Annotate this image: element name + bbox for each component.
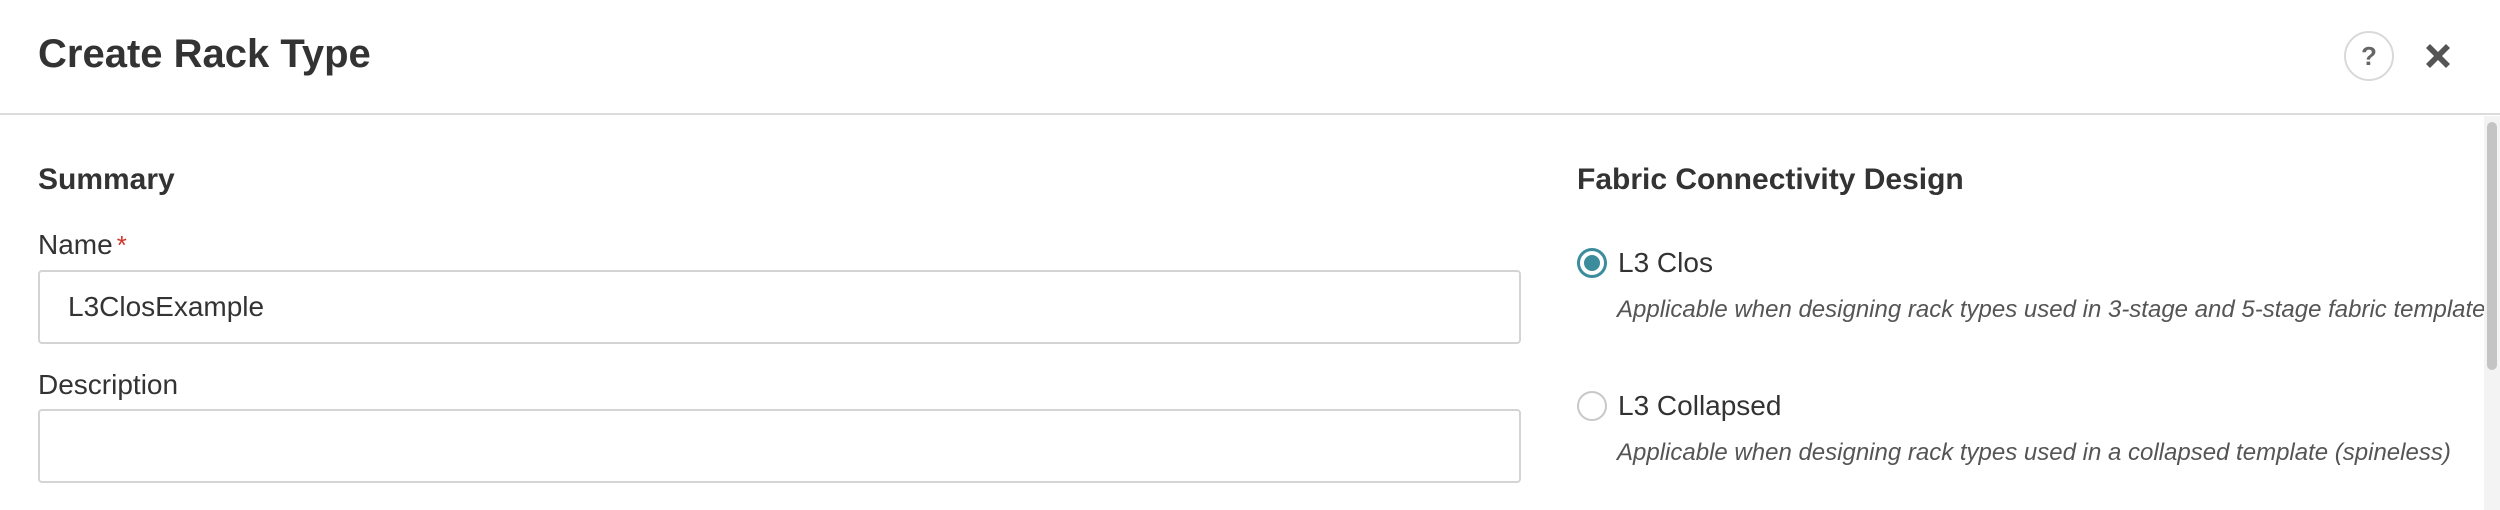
name-label: Name * xyxy=(38,227,127,263)
description-input[interactable] xyxy=(38,409,1521,483)
l3-clos-label[interactable]: L3 Clos xyxy=(1618,245,1713,281)
dialog-header: Create Rack Type ? xyxy=(0,0,2500,115)
close-icon xyxy=(2426,44,2450,68)
l3-clos-radio[interactable] xyxy=(1577,248,1607,278)
l3-clos-description: Applicable when designing rack types use… xyxy=(1617,296,2486,323)
dialog-title: Create Rack Type xyxy=(38,32,371,76)
name-label-text: Name xyxy=(38,229,113,260)
name-input[interactable] xyxy=(38,270,1521,344)
scrollbar-thumb[interactable] xyxy=(2487,122,2497,370)
summary-section-title: Summary xyxy=(38,163,175,196)
close-button[interactable] xyxy=(2420,38,2456,74)
create-rack-type-dialog: Create Rack Type ? Summary Name* Descrip… xyxy=(0,0,2500,510)
l3-collapsed-description: Applicable when designing rack types use… xyxy=(1617,439,2451,466)
required-marker: * xyxy=(116,230,127,260)
dialog-body: Summary Name* Description Fabric Connect… xyxy=(0,115,2500,510)
l3-collapsed-label[interactable]: L3 Collapsed xyxy=(1618,388,1781,424)
fabric-section-title: Fabric Connectivity Design xyxy=(1577,163,1964,196)
description-label: Description xyxy=(38,369,179,400)
l3-collapsed-radio[interactable] xyxy=(1577,391,1607,421)
help-button[interactable]: ? xyxy=(2344,31,2394,81)
help-icon: ? xyxy=(2361,40,2377,71)
